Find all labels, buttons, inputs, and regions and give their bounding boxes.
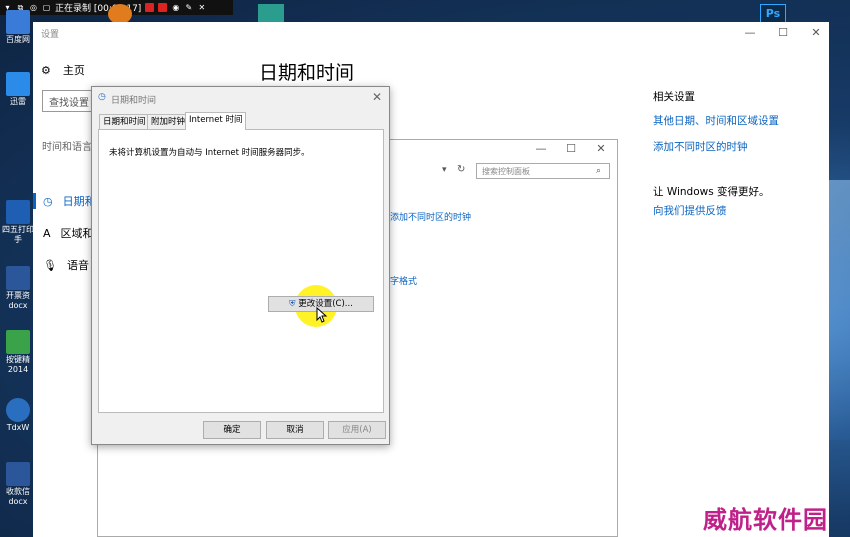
app-icon-orange[interactable] — [108, 4, 132, 24]
desktop-icon-xunlei[interactable]: 迅雷 — [2, 72, 34, 107]
anjian-icon — [6, 330, 30, 354]
tab-internet-time[interactable]: Internet 时间 — [185, 112, 247, 130]
desktop-icon-print[interactable]: 四五打印手 — [2, 200, 34, 245]
nav-item-date-time[interactable]: ◷ 日期和 — [43, 193, 96, 209]
dropdown-icon[interactable]: ▾ — [442, 165, 447, 175]
desktop: ▾ ⧉ ◎ ▢ 正在录制 [00:00:17] ◉ ✎ ✕ Ps 百度网 迅雷 … — [0, 0, 850, 537]
cp-link-format[interactable]: 字格式 — [390, 274, 417, 287]
print-app-icon — [6, 200, 30, 224]
feedback-title: 让 Windows 变得更好。 — [653, 186, 770, 198]
link-add-clocks[interactable]: 添加不同时区的时钟 — [653, 139, 748, 154]
sync-status-message: 未将计算机设置为自动与 Internet 时间服务器同步。 — [109, 148, 310, 158]
gear-icon: ⚙ — [41, 63, 51, 77]
photoshop-icon[interactable]: Ps — [760, 4, 786, 24]
link-feedback[interactable]: 向我们提供反馈 — [653, 203, 727, 218]
region-icon[interactable]: ▢ — [42, 3, 51, 12]
tab-additional-clocks[interactable]: 附加时钟 — [147, 114, 190, 129]
search-icon: ⌕ — [596, 166, 602, 176]
app-icon-ai[interactable] — [258, 4, 284, 24]
internet-time-panel: 未将计算机设置为自动与 Internet 时间服务器同步。 ⛨ 更改设置(C).… — [98, 129, 384, 413]
desktop-icon-anjian[interactable]: 按键精2014 — [2, 330, 34, 375]
date-time-icon: ◷ — [98, 92, 106, 102]
tab-date-time[interactable]: 日期和时间 — [99, 114, 150, 129]
desktop-icon-docx-1[interactable]: 开票资docx — [2, 266, 34, 311]
word-icon — [6, 266, 30, 290]
nav-home[interactable]: ⚙ 主页 — [41, 62, 85, 78]
maximize-icon[interactable]: ☐ — [564, 142, 578, 155]
desktop-icon-tdxw[interactable]: TdxW — [2, 398, 34, 433]
desktop-icon-baidu[interactable]: 百度网 — [2, 10, 34, 45]
nav-item-speech[interactable]: 🎙 语音 — [43, 257, 89, 273]
control-panel-search-input[interactable]: 搜索控制面板 — [476, 163, 610, 179]
tdxw-icon — [6, 398, 30, 422]
microphone-icon: 🎙 — [43, 258, 57, 272]
shield-icon: ⛨ — [289, 299, 296, 309]
apply-button[interactable]: 应用(A) — [328, 421, 386, 439]
page-title: 日期和时间 — [259, 62, 355, 84]
nav-item-region[interactable]: A 区域和 — [43, 225, 94, 241]
pen-icon[interactable]: ✎ — [184, 3, 193, 12]
related-settings-title: 相关设置 — [653, 91, 695, 103]
cancel-button[interactable]: 取消 — [266, 421, 324, 439]
window-title: 设置 — [41, 30, 60, 40]
nav-section-title: 时间和语言 — [42, 142, 92, 153]
cp-link-add-clocks[interactable]: 添加不同时区的时钟 — [390, 210, 471, 223]
minimize-icon[interactable]: — — [743, 26, 757, 39]
ok-button[interactable]: 确定 — [203, 421, 261, 439]
link-other-date-time-region[interactable]: 其他日期、时间和区域设置 — [653, 113, 779, 128]
xunlei-icon — [6, 72, 30, 96]
minimize-icon[interactable]: — — [534, 142, 548, 155]
word-icon — [6, 462, 30, 486]
date-time-dialog: ◷ 日期和时间 ✕ 日期和时间 附加时钟 Internet 时间 未将计算机设置… — [91, 86, 390, 445]
close-icon[interactable]: ✕ — [197, 3, 206, 12]
refresh-icon[interactable]: ↻ — [457, 164, 465, 175]
close-icon[interactable]: ✕ — [809, 26, 823, 39]
close-icon[interactable]: ✕ — [372, 90, 382, 104]
baidu-icon — [6, 10, 30, 34]
nav-selection-indicator — [33, 193, 36, 209]
maximize-icon[interactable]: ☐ — [776, 26, 790, 39]
camera-icon[interactable]: ◉ — [171, 3, 180, 12]
stop-icon[interactable] — [158, 3, 168, 12]
desktop-icon-docx-2[interactable]: 收款信docx — [2, 462, 34, 507]
calendar-clock-icon: ◷ — [43, 194, 53, 208]
pause-icon[interactable] — [145, 3, 155, 12]
dialog-title: 日期和时间 — [111, 96, 157, 106]
region-language-icon: A — [43, 226, 51, 240]
close-icon[interactable]: ✕ — [594, 142, 608, 155]
watermark-text: 威航软件园 — [703, 505, 828, 534]
mouse-cursor-icon — [316, 307, 328, 323]
